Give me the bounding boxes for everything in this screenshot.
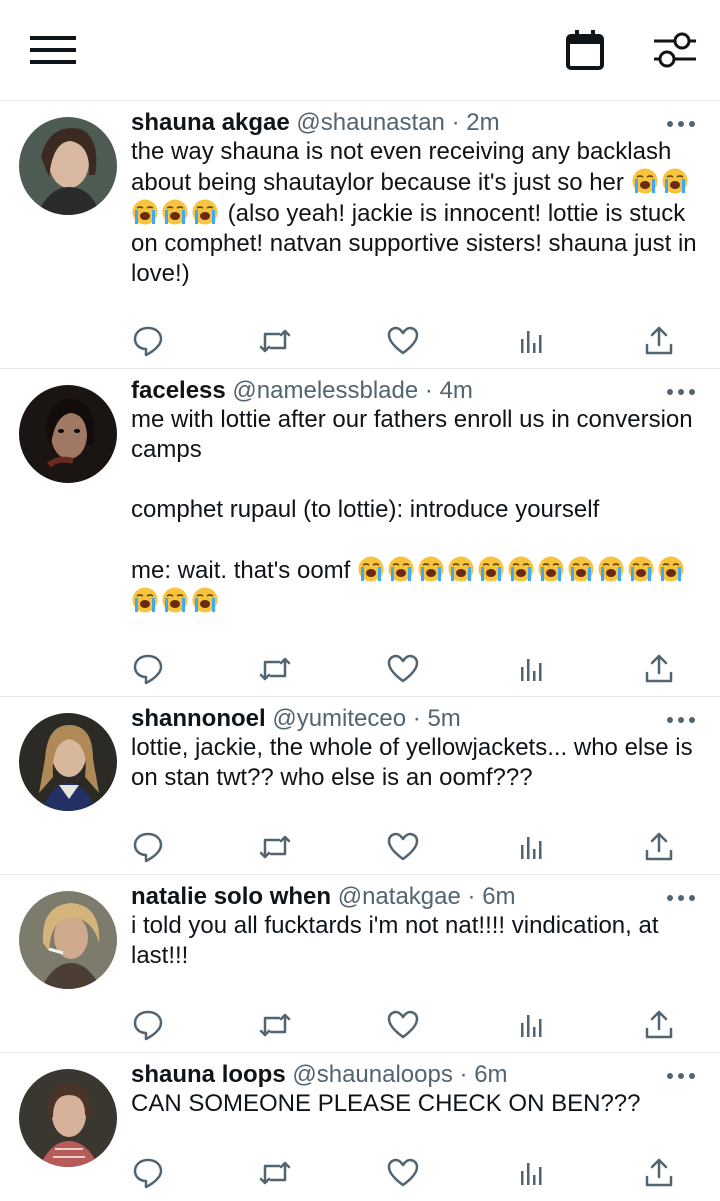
loudly-crying-face-emoji [538,556,564,582]
username[interactable]: @shaunaloops [292,1061,452,1088]
loudly-crying-face-emoji [162,199,188,225]
timestamp[interactable]: 6m [474,1061,507,1088]
username[interactable]: @natakgae [338,883,461,910]
top-bar [0,0,720,100]
calendar-icon[interactable] [566,30,604,70]
display-name[interactable]: natalie solo when [131,883,331,910]
separator-dot: · [467,883,476,910]
tweet-header: shannonoel @yumiteceo · 5m [131,703,461,735]
retweet-icon[interactable] [259,325,291,357]
loudly-crying-face-emoji [132,199,158,225]
loudly-crying-face-emoji [632,168,658,194]
loudly-crying-face-emoji [568,556,594,582]
tweet-actions [0,1153,720,1193]
share-icon[interactable] [643,325,675,357]
analytics-icon[interactable] [515,653,547,685]
loudly-crying-face-emoji [478,556,504,582]
display-name[interactable]: faceless [131,377,226,404]
avatar[interactable] [19,117,117,215]
more-options-icon[interactable] [666,119,696,129]
share-icon[interactable] [643,831,675,863]
display-name[interactable]: shauna loops [131,1061,286,1088]
tweet-header: shauna loops @shaunaloops · 6m [131,1059,508,1091]
retweet-icon[interactable] [259,831,291,863]
reply-icon[interactable] [132,1009,164,1041]
loudly-crying-face-emoji [598,556,624,582]
loudly-crying-face-emoji [388,556,414,582]
username[interactable]: @namelessblade [232,377,418,404]
loudly-crying-face-emoji [192,587,218,613]
tweet[interactable]: shauna akgae @shaunastan · 2m the way sh… [0,100,720,369]
display-name[interactable]: shannonoel [131,705,266,732]
tweet[interactable]: natalie solo when @natakgae · 6m i told … [0,874,720,1053]
loudly-crying-face-emoji [628,556,654,582]
tweet-actions [0,1005,720,1045]
analytics-icon[interactable] [515,1157,547,1189]
display-name[interactable]: shauna akgae [131,109,290,136]
username[interactable]: @yumiteceo [272,705,406,732]
share-icon[interactable] [643,653,675,685]
like-heart-icon[interactable] [387,653,419,685]
more-options-icon[interactable] [666,893,696,903]
tweet[interactable]: shannonoel @yumiteceo · 5m lottie, jacki… [0,696,720,875]
loudly-crying-face-emoji [418,556,444,582]
reply-icon[interactable] [132,831,164,863]
loudly-crying-face-emoji [358,556,384,582]
loudly-crying-face-emoji [132,587,158,613]
tweet-text: i told you all fucktards i'm not nat!!!!… [131,912,666,969]
tweet-actions [0,649,720,689]
tweet-text: the way shauna is not even receiving any… [131,137,701,289]
avatar[interactable] [19,385,117,483]
tweet-header: shauna akgae @shaunastan · 2m [131,107,500,139]
hamburger-menu-icon[interactable] [30,36,76,64]
avatar[interactable] [19,713,117,811]
like-heart-icon[interactable] [387,1157,419,1189]
separator-dot: · [424,377,433,404]
share-icon[interactable] [643,1009,675,1041]
loudly-crying-face-emoji [508,556,534,582]
analytics-icon[interactable] [515,1009,547,1041]
retweet-icon[interactable] [259,1157,291,1189]
loudly-crying-face-emoji [192,199,218,225]
separator-dot: · [451,109,460,136]
tweet-text: CAN SOMEONE PLEASE CHECK ON BEN??? [131,1090,641,1117]
tweet-text-part: the way shauna is not even receiving any… [131,138,678,196]
reply-icon[interactable] [132,325,164,357]
like-heart-icon[interactable] [387,325,419,357]
like-heart-icon[interactable] [387,1009,419,1041]
share-icon[interactable] [643,1157,675,1189]
loudly-crying-face-emoji [162,587,188,613]
timestamp[interactable]: 2m [466,109,499,136]
reply-icon[interactable] [132,1157,164,1189]
timestamp[interactable]: 5m [427,705,460,732]
more-options-icon[interactable] [666,387,696,397]
tweet-header: faceless @namelessblade · 4m [131,375,473,407]
separator-dot: · [459,1061,468,1088]
loudly-crying-face-emoji [662,168,688,194]
tweet[interactable]: faceless @namelessblade · 4m me with lot… [0,368,720,697]
tweet-text: me with lottie after our fathers enroll … [131,405,701,617]
timestamp[interactable]: 4m [440,377,473,404]
tweet-text: lottie, jackie, the whole of yellowjacke… [131,734,700,791]
tweet-actions [0,827,720,867]
like-heart-icon[interactable] [387,831,419,863]
sliders-filter-icon[interactable] [654,32,696,68]
retweet-icon[interactable] [259,1009,291,1041]
analytics-icon[interactable] [515,325,547,357]
tweet[interactable]: shauna loops @shaunaloops · 6m CAN SOMEO… [0,1052,720,1201]
loudly-crying-face-emoji [448,556,474,582]
avatar[interactable] [19,891,117,989]
timestamp[interactable]: 6m [482,883,515,910]
analytics-icon[interactable] [515,831,547,863]
loudly-crying-face-emoji [658,556,684,582]
username[interactable]: @shaunastan [296,109,444,136]
separator-dot: · [412,705,421,732]
reply-icon[interactable] [132,653,164,685]
tweet-actions [0,321,720,361]
tweet-header: natalie solo when @natakgae · 6m [131,881,516,913]
more-options-icon[interactable] [666,715,696,725]
more-options-icon[interactable] [666,1071,696,1081]
retweet-icon[interactable] [259,653,291,685]
